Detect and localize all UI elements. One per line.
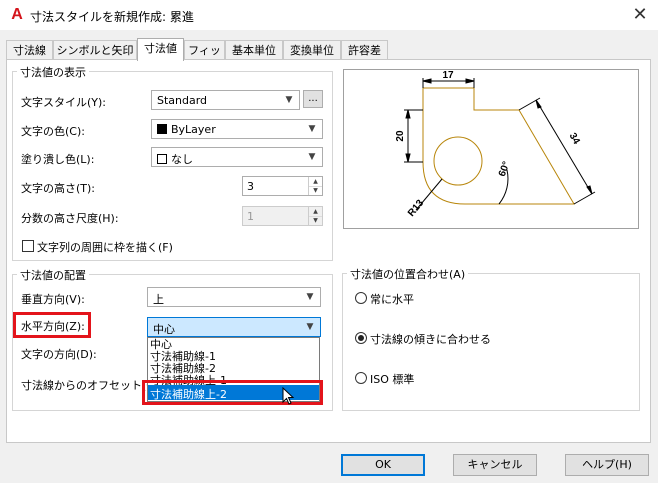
mouse-cursor-icon [282,387,295,405]
fill-color-label: 塗り潰し色(L): [21,153,95,166]
cancel-button[interactable]: キャンセル [453,454,537,476]
text-height-spinner[interactable]: 3 ▲ ▼ [242,176,323,196]
text-height-value: 3 [247,180,254,193]
text-color-select[interactable]: ByLayer ▼ [151,119,323,139]
text-style-browse-button[interactable]: ... [303,90,323,108]
ok-button[interactable]: OK [341,454,425,476]
radio-aligned-label: 寸法線の傾きに合わせる [370,333,491,346]
text-style-select[interactable]: Standard ▼ [151,90,300,110]
text-color-value: ByLayer [171,123,216,136]
fraction-scale-spinner[interactable]: 1 ▲ ▼ [242,206,323,226]
chevron-down-icon: ▼ [285,95,293,105]
radio-iso-standard[interactable] [355,372,367,384]
text-placement-legend: 寸法値の配置 [17,267,89,283]
preview-dim-top: 17 [442,70,454,81]
radio-horizontal[interactable] [355,292,367,304]
preview-dim-angle: 60° [497,160,513,178]
vertical-value: 上 [153,293,164,306]
vertical-select[interactable]: 上 ▼ [147,287,321,307]
tab-dimension-lines[interactable]: 寸法線 [6,40,53,60]
chevron-down-icon: ▼ [308,152,316,162]
tab-tolerances[interactable]: 許容差 [341,40,388,60]
chevron-down-icon: ▼ [306,292,314,302]
chevron-down-icon: ▼ [306,322,314,332]
horizontal-label: 水平方向(Z): [21,320,85,333]
vertical-label: 垂直方向(V): [21,293,85,306]
preview-dim-left: 20 [395,130,406,142]
fraction-scale-label: 分数の高さ尺度(H): [21,212,119,225]
radio-aligned-with-dimension[interactable] [355,332,367,344]
close-icon[interactable]: ✕ [628,4,652,26]
radio-horizontal-label: 常に水平 [370,293,414,306]
horizontal-select[interactable]: 中心 ▼ [147,317,321,337]
color-swatch-icon [157,124,167,134]
radio-iso-label: ISO 標準 [370,373,415,386]
spin-down-icon[interactable]: ▼ [309,216,322,225]
text-color-label: 文字の色(C): [21,125,85,138]
tab-primary-units[interactable]: 基本単位 [225,40,283,60]
tab-symbols-arrows[interactable]: シンボルと矢印 [53,40,137,60]
spin-down-icon[interactable]: ▼ [309,186,322,195]
text-alignment-legend: 寸法値の位置合わせ(A) [347,266,469,282]
fraction-scale-value: 1 [247,210,254,223]
preview-drawing: 17 20 34 60° R13 [395,70,596,219]
help-button[interactable]: ヘルプ(H) [565,454,649,476]
window-title: 寸法スタイルを新規作成: 累進 [30,10,194,24]
preview-pane: 17 20 34 60° R13 [343,69,639,229]
fill-color-value: なし [171,153,193,166]
empty-swatch-icon [157,154,167,164]
tab-alternate-units[interactable]: 変換単位 [283,40,341,60]
title-bar: A 寸法スタイルを新規作成: 累進 ✕ [0,0,658,30]
text-height-label: 文字の高さ(T): [21,182,96,195]
text-style-value: Standard [157,94,208,107]
autocad-a-icon: A [11,6,23,23]
text-appearance-legend: 寸法値の表示 [17,64,89,80]
frame-text-checkbox[interactable] [22,240,34,252]
chevron-down-icon: ▼ [308,124,316,134]
tab-text[interactable]: 寸法値 [137,38,184,61]
view-direction-label: 文字の方向(D): [21,348,97,361]
tab-fit[interactable]: フィット [184,40,225,76]
fill-color-select[interactable]: なし ▼ [151,147,323,167]
frame-text-label: 文字列の周囲に枠を描く(F) [37,241,173,254]
horizontal-value: 中心 [153,323,175,336]
tab-strip: 寸法線 シンボルと矢印 寸法値 フィット 基本単位 変換単位 許容差 [6,38,651,76]
preview-dim-angled: 34 [567,131,582,147]
text-style-label: 文字スタイル(Y): [21,96,107,109]
